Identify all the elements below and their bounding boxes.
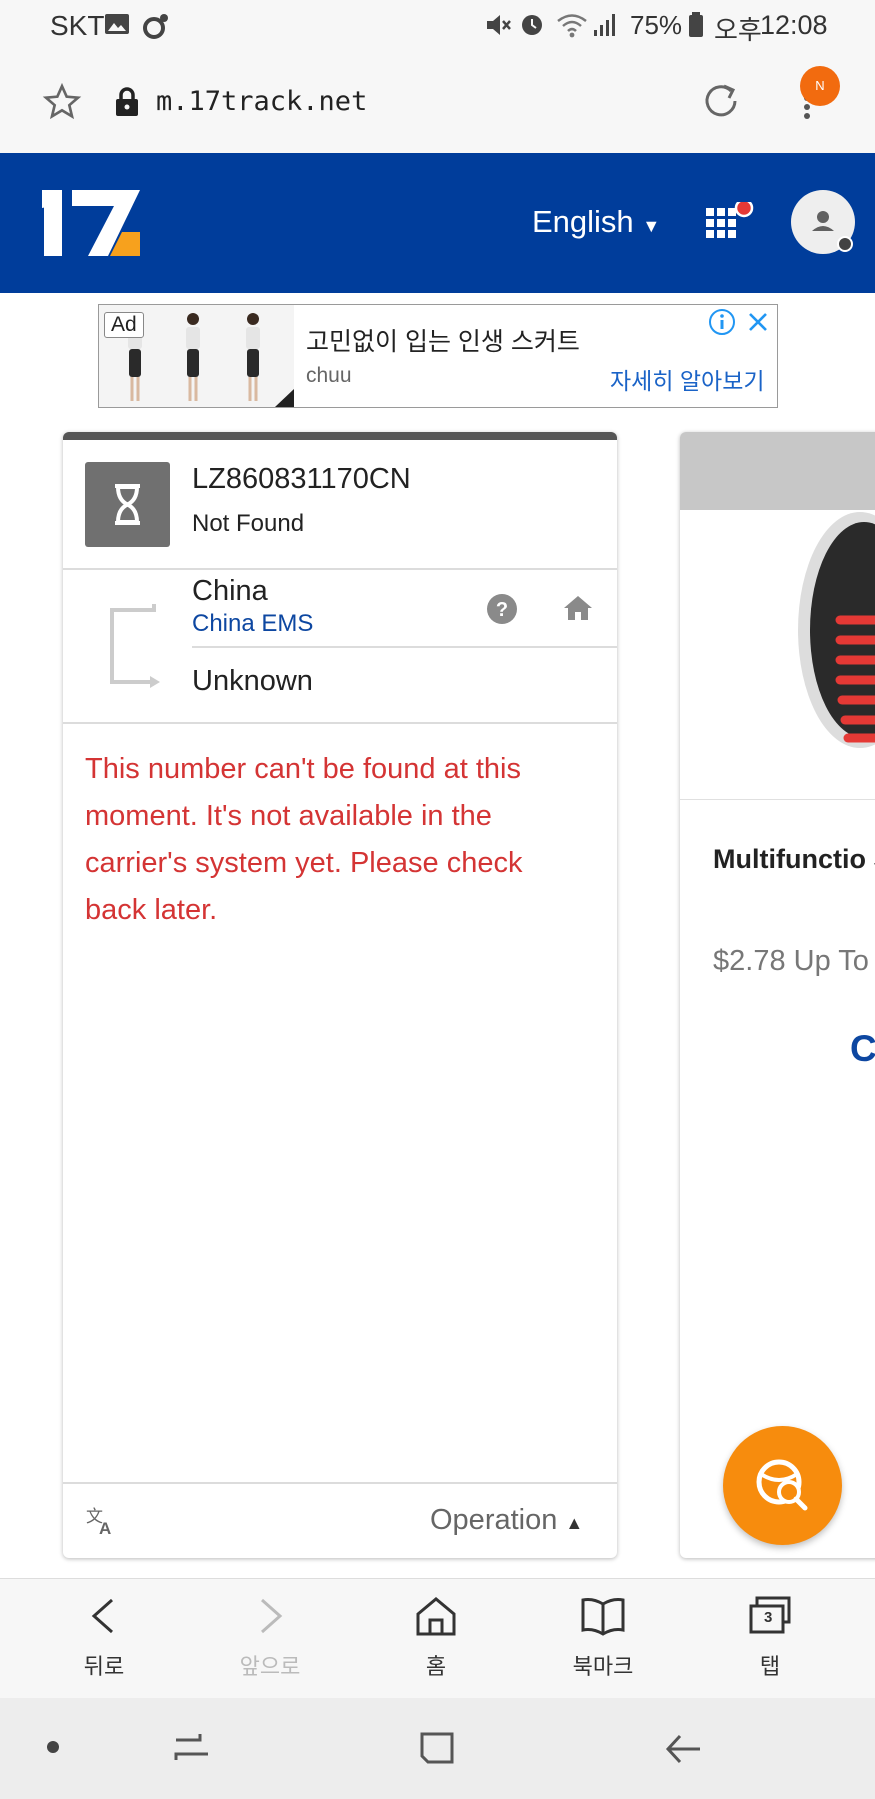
signal-icon — [592, 12, 618, 43]
divider — [192, 646, 617, 648]
home-outline-icon — [416, 1597, 456, 1636]
operation-label: Operation — [430, 1504, 558, 1536]
back-arrow-icon — [91, 1598, 113, 1634]
reload-icon[interactable] — [700, 80, 742, 127]
nav-bookmark-button[interactable]: 북마크 — [543, 1594, 663, 1681]
nav-tabs-label: 탭 — [759, 1655, 781, 1680]
app-notification-icon — [140, 12, 170, 45]
user-avatar[interactable] — [791, 190, 855, 254]
nav-home-label: 홈 — [425, 1655, 447, 1680]
tracking-number[interactable]: LZ860831170CN — [192, 463, 411, 496]
nav-back-button[interactable]: 뒤로 — [44, 1594, 164, 1681]
route-arrow-icon — [100, 598, 166, 697]
hourglass-icon — [115, 484, 140, 525]
time-period: 오후 — [714, 16, 762, 46]
language-label: English — [532, 204, 634, 239]
svg-text:A: A — [99, 1519, 111, 1535]
help-icon[interactable]: ? — [486, 593, 518, 630]
caret-up-icon: ▲ — [565, 1513, 584, 1533]
product-card-header — [680, 432, 875, 510]
divider — [63, 722, 617, 724]
status-bar: SKT 75% 오후 12:08 — [0, 0, 875, 50]
search-globe-icon — [756, 1459, 808, 1511]
url-field[interactable]: m.17track.net — [156, 86, 367, 117]
chevron-down-icon: ▼ — [642, 216, 661, 236]
lock-icon — [114, 86, 140, 123]
ad-info-icon[interactable] — [707, 307, 737, 342]
apps-grid-icon[interactable] — [704, 198, 754, 249]
17track-logo[interactable] — [42, 186, 142, 263]
nav-forward-label: 앞으로 — [239, 1655, 301, 1680]
notification-badge[interactable]: N — [800, 66, 840, 106]
product-title[interactable]: Multifunctio Shoelaces S — [713, 836, 875, 883]
divider — [63, 1482, 617, 1484]
alarm-icon — [518, 10, 546, 43]
tab-count: 3 — [764, 1609, 773, 1626]
svg-text:?: ? — [496, 599, 508, 621]
ad-advertiser: chuu — [306, 364, 352, 387]
not-found-message: This number can't be found at this momen… — [85, 753, 523, 926]
gallery-icon — [104, 12, 130, 41]
operation-menu-button[interactable]: Operation ▲ — [430, 1504, 583, 1537]
recent-apps-icon[interactable] — [172, 1730, 212, 1771]
tracking-status: Not Found — [192, 510, 305, 537]
system-home-icon[interactable] — [418, 1730, 456, 1771]
clock: 12:08 — [760, 10, 828, 40]
nav-bookmark-label: 북마크 — [572, 1655, 634, 1680]
carrier-name: SKT — [50, 10, 105, 41]
language-selector[interactable]: English ▼ — [532, 204, 660, 240]
origin-country: China — [192, 575, 268, 607]
book-icon — [581, 1598, 625, 1636]
mute-icon — [484, 12, 512, 43]
product-cta-button[interactable]: C — [850, 1028, 875, 1070]
divider — [63, 568, 617, 570]
search-track-fab[interactable] — [723, 1426, 842, 1545]
product-price: $2.78 Up To — [713, 945, 869, 977]
carrier-link[interactable]: China EMS — [192, 610, 313, 638]
nav-back-label: 뒤로 — [83, 1655, 125, 1680]
ad-learn-more-link[interactable]: 자세히 알아보기 — [610, 362, 765, 396]
forward-arrow-icon — [261, 1598, 283, 1634]
battery-icon — [688, 12, 704, 43]
battery-level: 75% — [630, 10, 683, 40]
bookmark-star-icon[interactable] — [42, 82, 82, 127]
user-icon — [812, 211, 853, 252]
wifi-icon — [556, 12, 588, 43]
home-icon[interactable] — [562, 594, 594, 627]
nav-tabs-button[interactable]: 3 탭 — [710, 1594, 830, 1681]
ad-title[interactable]: 고민없이 입는 인생 스커트 — [306, 322, 580, 358]
system-dot-icon — [46, 1740, 60, 1759]
system-back-icon[interactable] — [664, 1730, 704, 1773]
ad-close-icon[interactable] — [743, 307, 773, 342]
destination-country: Unknown — [192, 665, 313, 697]
product-image — [680, 510, 875, 800]
nav-home-button[interactable]: 홈 — [376, 1594, 496, 1681]
ad-badge: Ad — [104, 312, 144, 338]
translate-icon[interactable]: 文A — [86, 1505, 118, 1540]
nav-forward-button[interactable]: 앞으로 — [210, 1594, 330, 1681]
status-icon-box — [85, 462, 170, 547]
